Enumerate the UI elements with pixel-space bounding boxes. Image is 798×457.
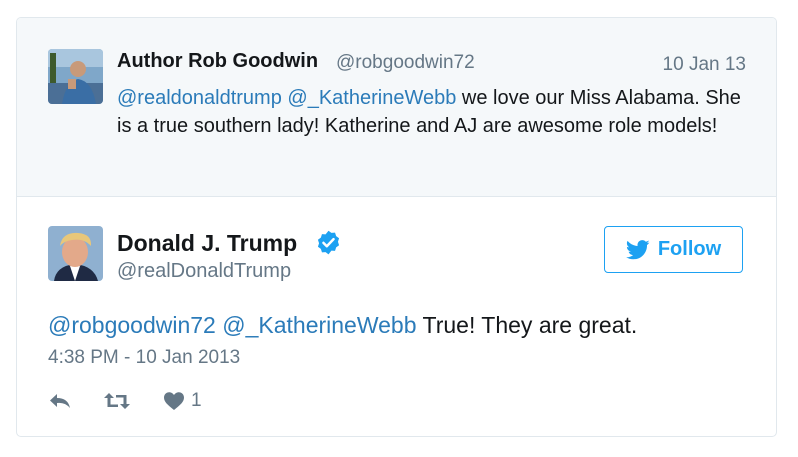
embedded-tweet-card: Author Rob Goodwin @robgoodwin72 10 Jan … [16,17,777,437]
verified-badge-icon [315,229,342,256]
tweet-text: @robgoodwin72 @_KatherineWebb True! They… [48,310,748,340]
parent-tweet[interactable]: Author Rob Goodwin @robgoodwin72 10 Jan … [17,18,776,197]
mention-link[interactable]: @robgoodwin72 [48,312,216,338]
follow-label: Follow [657,238,722,260]
mention-link[interactable]: @_KatherineWebb [287,87,456,109]
author-handle[interactable]: @realDonaldTrump [117,260,291,283]
mention-link[interactable]: @_KatherineWebb [222,312,416,338]
author-name[interactable]: Donald J. Trump [117,230,297,257]
parent-tweet-date[interactable]: 10 Jan 13 [663,54,746,76]
tweet-actions: 1 [48,388,202,414]
mention-link[interactable]: @realdonaldtrump [117,87,282,109]
parent-author-name[interactable]: Author Rob Goodwin [117,50,318,73]
reply-icon [50,394,70,408]
parent-author-handle[interactable]: @robgoodwin72 [336,52,475,74]
heart-icon [164,392,184,410]
parent-tweet-text: @realdonaldtrump @_KatherineWebb we love… [117,84,747,140]
parent-author-avatar[interactable] [48,49,103,104]
retweet-button[interactable] [103,391,163,411]
retweet-icon [104,393,130,409]
tweet-body: True! They are great. [422,312,638,338]
like-button[interactable]: 1 [163,390,202,412]
reply-button[interactable] [48,391,103,411]
twitter-bird-icon [625,239,650,259]
follow-button[interactable]: Follow [604,226,743,273]
author-avatar[interactable] [48,226,103,281]
like-count: 1 [191,390,202,411]
tweet-timestamp[interactable]: 4:38 PM - 10 Jan 2013 [48,347,240,369]
